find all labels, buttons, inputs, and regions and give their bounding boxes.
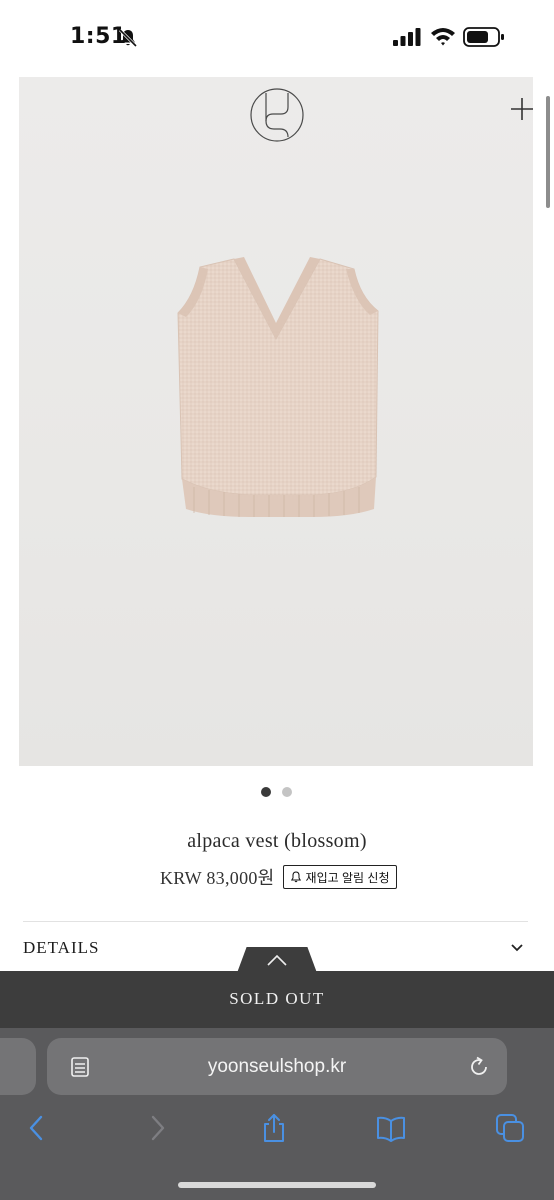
restock-alert-label: 재입고 알림 신청 — [305, 870, 390, 885]
home-indicator — [178, 1182, 376, 1188]
silent-bell-icon — [118, 28, 138, 48]
url-text[interactable]: yoonseulshop.kr — [47, 1056, 507, 1078]
knit-vest-image — [177, 257, 379, 517]
chevron-up-icon[interactable] — [266, 953, 288, 967]
status-bar: 1:51 — [0, 0, 554, 76]
wifi-icon — [431, 28, 455, 46]
carousel-dot-1[interactable] — [261, 787, 271, 797]
share-icon[interactable] — [259, 1113, 289, 1143]
carousel-dot-2[interactable] — [282, 787, 292, 797]
address-bar[interactable]: yoonseulshop.kr — [47, 1038, 507, 1095]
restock-alert-button[interactable]: 재입고 알림 신청 — [282, 865, 397, 889]
back-icon[interactable] — [22, 1113, 52, 1143]
product-image-carousel[interactable] — [19, 77, 533, 766]
chevron-down-icon[interactable] — [509, 940, 525, 956]
sold-out-label: SOLD OUT — [229, 989, 325, 1008]
product-name: alpaca vest (blossom) — [187, 830, 367, 852]
previous-tab-pill[interactable] — [0, 1038, 36, 1095]
price-row: KRW 83,000원 재입고 알림 신청 — [160, 864, 397, 890]
bell-icon — [290, 871, 301, 883]
sold-out-bar[interactable]: SOLD OUT — [0, 971, 554, 1028]
brand-monogram-logo[interactable] — [249, 87, 305, 143]
battery-icon — [463, 27, 504, 47]
forward-icon[interactable] — [142, 1113, 172, 1143]
product-price: KRW 83,000원 — [160, 868, 275, 888]
cellular-signal-icon — [393, 28, 421, 46]
scroll-indicator — [546, 96, 550, 208]
carousel-dots — [261, 787, 292, 797]
tabs-icon[interactable] — [495, 1113, 525, 1143]
bookmarks-icon[interactable] — [376, 1113, 406, 1143]
plus-icon[interactable] — [509, 96, 535, 122]
reload-icon[interactable] — [467, 1055, 491, 1079]
details-toggle[interactable]: DETAILS — [23, 938, 99, 958]
divider — [23, 921, 528, 922]
